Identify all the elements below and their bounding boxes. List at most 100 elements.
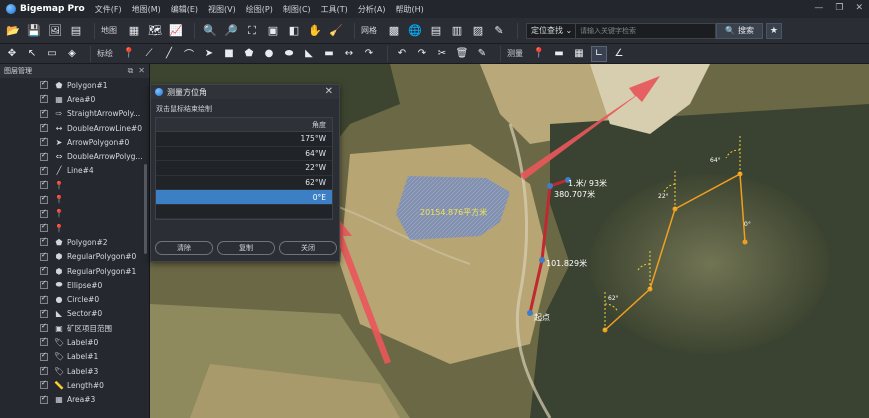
measure-angle-icon[interactable]: ∠	[611, 46, 627, 62]
save-icon[interactable]: 💾	[25, 22, 43, 40]
ellipse-icon[interactable]: ⬬	[281, 46, 297, 62]
menu-help[interactable]: 帮助(H)	[396, 4, 424, 15]
layer-row[interactable]: ╱ Line#4	[0, 164, 149, 178]
menu-analysis[interactable]: 分析(A)	[358, 4, 386, 15]
double-arrow-icon[interactable]: ↔	[341, 46, 357, 62]
sector-icon[interactable]: ◣	[301, 46, 317, 62]
previous-view-icon[interactable]: ◧	[285, 22, 303, 40]
close-button[interactable]: 关闭	[279, 241, 337, 255]
close-window-icon[interactable]: ✕	[855, 3, 863, 13]
label-text-icon[interactable]: ▬	[321, 46, 337, 62]
float-panel-icon[interactable]: ⧉	[128, 66, 134, 76]
angle-row[interactable]: 22°W	[156, 161, 332, 176]
layer-visibility-checkbox[interactable]	[40, 108, 48, 118]
search-mode-select[interactable]: 定位查找 ⌄	[526, 22, 576, 39]
scissors-icon[interactable]: ✂	[434, 46, 450, 62]
layer-visibility-checkbox[interactable]	[40, 351, 48, 361]
layer-row[interactable]: ◣ Sector#0	[0, 307, 149, 321]
layer-visibility-checkbox[interactable]	[40, 365, 48, 376]
close-icon[interactable]: ✕	[325, 86, 333, 97]
import-icon[interactable]: ▤	[67, 22, 85, 40]
layer-visibility-checkbox[interactable]	[40, 194, 48, 204]
zoom-in-icon[interactable]: 🔍	[201, 22, 219, 40]
layer-visibility-checkbox[interactable]	[40, 222, 48, 233]
snapshot-icon[interactable]: ▨	[469, 22, 487, 40]
layer-row[interactable]: ↔ DoubleArrowLine#0	[0, 121, 149, 135]
measure-vertex[interactable]	[547, 183, 553, 189]
maximize-icon[interactable]: ❐	[835, 3, 843, 13]
layer-visibility-checkbox[interactable]	[40, 151, 48, 161]
point-marker-icon[interactable]: 📍	[121, 46, 137, 62]
layer-row[interactable]: 📍	[0, 192, 149, 206]
rectangle-icon[interactable]: ■	[221, 46, 237, 62]
zoom-out-icon[interactable]: 🔎	[222, 22, 240, 40]
pan-icon[interactable]: ✥	[4, 46, 20, 62]
line-icon[interactable]: ╱	[161, 46, 177, 62]
menu-tools[interactable]: 工具(T)	[321, 4, 348, 15]
redo-icon[interactable]: ↷	[414, 46, 430, 62]
layer-row[interactable]: ⬟ Polygon#1	[0, 78, 149, 92]
layer-visibility-checkbox[interactable]	[40, 336, 48, 347]
menu-view[interactable]: 视图(V)	[208, 4, 236, 15]
table-icon[interactable]: ▤	[427, 22, 445, 40]
delete-icon[interactable]: 🗑	[454, 46, 470, 62]
angle-row[interactable]: 62°W	[156, 176, 332, 191]
pentagon-icon[interactable]: ⬟	[241, 46, 257, 62]
open-folder-icon[interactable]: 📂	[4, 22, 22, 40]
grid-icon[interactable]: ▩	[385, 22, 403, 40]
layer-row[interactable]: ⬢ RegularPolygon#1	[0, 264, 149, 278]
layer-visibility-checkbox[interactable]	[40, 93, 48, 104]
azimuth-vertex[interactable]	[742, 239, 748, 245]
layer-visibility-checkbox[interactable]	[40, 294, 48, 304]
measure-azimuth-icon[interactable]: ∟	[591, 45, 607, 62]
edit-pen-icon[interactable]: ✎	[490, 22, 508, 40]
layer-visibility-checkbox[interactable]	[40, 265, 48, 275]
layer-row[interactable]: ⇔ DoubleArrowPolyg...	[0, 149, 149, 163]
measure-point-icon[interactable]: 📍	[531, 46, 547, 62]
layer-row[interactable]: 📏Length#0	[0, 378, 149, 392]
curve-icon[interactable]: ⌒	[181, 46, 197, 62]
dialog-titlebar[interactable]: 测量方位角 ✕	[151, 85, 339, 99]
layer-visibility-checkbox[interactable]	[40, 279, 48, 290]
copy-button[interactable]: 复制	[217, 241, 275, 255]
layer-row[interactable]: ⬟ Polygon#2	[0, 235, 149, 249]
layer-visibility-checkbox[interactable]	[40, 394, 48, 404]
minimize-icon[interactable]: —	[814, 3, 823, 13]
layer-row[interactable]: ▣ 矿区项目范围	[0, 321, 149, 335]
search-input[interactable]	[576, 22, 716, 39]
measure-vertex[interactable]	[539, 257, 545, 263]
layer-visibility-checkbox[interactable]	[40, 165, 48, 175]
image-icon[interactable]: ▥	[448, 22, 466, 40]
arrow-icon[interactable]: ➤	[201, 46, 217, 62]
layer-visibility-checkbox[interactable]	[40, 79, 48, 90]
close-panel-icon[interactable]: ✕	[138, 66, 145, 76]
rect-select-icon[interactable]: ▭	[44, 46, 60, 62]
curved-arrow-icon[interactable]: ↷	[361, 46, 377, 62]
layer-row[interactable]: ▦ Area#0	[0, 92, 149, 106]
menu-edit[interactable]: 编辑(E)	[171, 4, 198, 15]
map-region-icon[interactable]: 🗺	[146, 22, 164, 40]
layer-visibility-checkbox[interactable]	[40, 308, 48, 318]
angle-row[interactable]: 175°W	[156, 132, 332, 147]
menu-map[interactable]: 地图(M)	[132, 4, 161, 15]
full-extent-icon[interactable]: ▣	[264, 22, 282, 40]
layer-visibility-checkbox[interactable]	[40, 379, 48, 390]
angle-row[interactable]: 0°E	[156, 190, 332, 205]
angle-row[interactable]: 64°W	[156, 147, 332, 162]
layer-row[interactable]: ▦ Area#3	[0, 393, 149, 407]
favorite-star-icon[interactable]: ★	[765, 22, 782, 39]
layer-row[interactable]: 📍	[0, 221, 149, 235]
layer-row[interactable]: 🏷Label#0	[0, 335, 149, 349]
select-pointer-icon[interactable]: ↖	[24, 46, 40, 62]
layer-row[interactable]: ⬢ RegularPolygon#0	[0, 250, 149, 264]
undo-icon[interactable]: ↶	[394, 46, 410, 62]
map-layers-icon[interactable]: ▦	[125, 22, 143, 40]
layer-visibility-checkbox[interactable]	[40, 236, 48, 247]
menu-cartography[interactable]: 制图(C)	[283, 4, 311, 15]
layer-row[interactable]: 📍	[0, 207, 149, 221]
measure-area-icon[interactable]: ▦	[571, 46, 587, 62]
zoom-extent-icon[interactable]: ⛶	[243, 22, 261, 40]
layer-select-icon[interactable]: ◈	[64, 46, 80, 62]
clear-button[interactable]: 清除	[155, 241, 213, 255]
layer-row[interactable]: ⇨ StraightArrowPoly...	[0, 107, 149, 121]
